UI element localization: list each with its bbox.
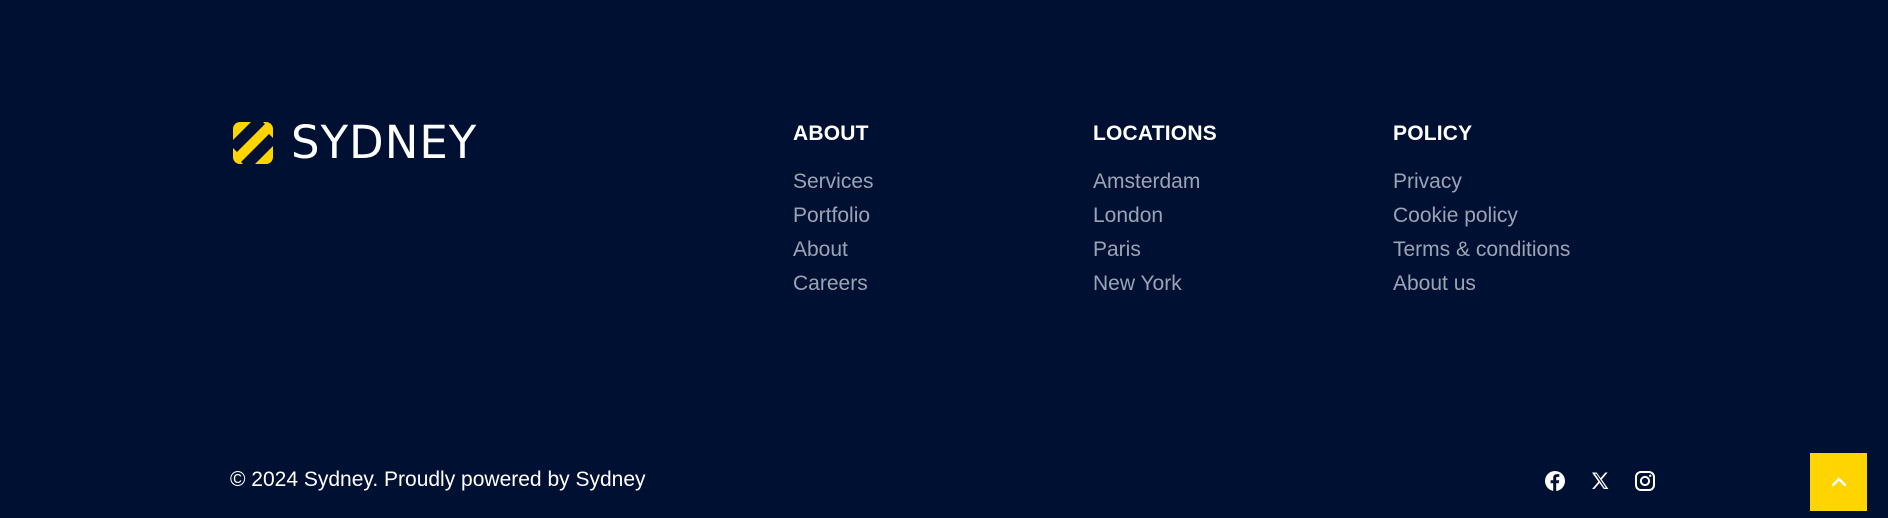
link-terms-conditions[interactable]: Terms & conditions [1393, 238, 1570, 261]
instagram-icon[interactable] [1633, 469, 1657, 493]
list-item: About [793, 233, 874, 267]
link-careers[interactable]: Careers [793, 272, 868, 295]
site-footer: SYDNEY ABOUT Services Portfolio About Ca… [0, 0, 1888, 518]
footer-column-policy: POLICY Privacy Cookie policy Terms & con… [1393, 122, 1570, 301]
link-about-us[interactable]: About us [1393, 272, 1476, 295]
list-item: New York [1093, 267, 1217, 301]
link-services[interactable]: Services [793, 170, 874, 193]
back-to-top-button[interactable] [1810, 453, 1867, 511]
site-logo[interactable]: SYDNEY [233, 116, 478, 169]
link-about[interactable]: About [793, 238, 848, 261]
list-item: London [1093, 199, 1217, 233]
link-privacy[interactable]: Privacy [1393, 170, 1462, 193]
site-name: SYDNEY [291, 116, 478, 169]
footer-column-locations: LOCATIONS Amsterdam London Paris New Yor… [1093, 122, 1217, 301]
link-paris[interactable]: Paris [1093, 238, 1141, 261]
link-list: Services Portfolio About Careers [793, 165, 874, 301]
link-cookie-policy[interactable]: Cookie policy [1393, 204, 1518, 227]
column-title: ABOUT [793, 122, 869, 145]
list-item: Portfolio [793, 199, 874, 233]
link-list: Privacy Cookie policy Terms & conditions… [1393, 165, 1570, 301]
list-item: Cookie policy [1393, 199, 1570, 233]
facebook-icon[interactable] [1543, 469, 1567, 493]
link-new-york[interactable]: New York [1093, 272, 1182, 295]
list-item: Amsterdam [1093, 165, 1217, 199]
link-portfolio[interactable]: Portfolio [793, 204, 870, 227]
list-item: Careers [793, 267, 874, 301]
link-london[interactable]: London [1093, 204, 1163, 227]
link-list: Amsterdam London Paris New York [1093, 165, 1217, 301]
list-item: Privacy [1393, 165, 1570, 199]
copyright-text: © 2024 Sydney. Proudly powered by Sydney [230, 468, 646, 491]
column-title: LOCATIONS [1093, 122, 1217, 145]
list-item: Services [793, 165, 874, 199]
footer-column-about: ABOUT Services Portfolio About Careers [793, 122, 874, 301]
x-twitter-icon[interactable] [1588, 469, 1612, 493]
list-item: Paris [1093, 233, 1217, 267]
column-title: POLICY [1393, 122, 1473, 145]
list-item: About us [1393, 267, 1570, 301]
link-amsterdam[interactable]: Amsterdam [1093, 170, 1200, 193]
chevron-up-icon [1831, 477, 1847, 487]
sydney-logo-mark-icon [233, 122, 273, 164]
list-item: Terms & conditions [1393, 233, 1570, 267]
